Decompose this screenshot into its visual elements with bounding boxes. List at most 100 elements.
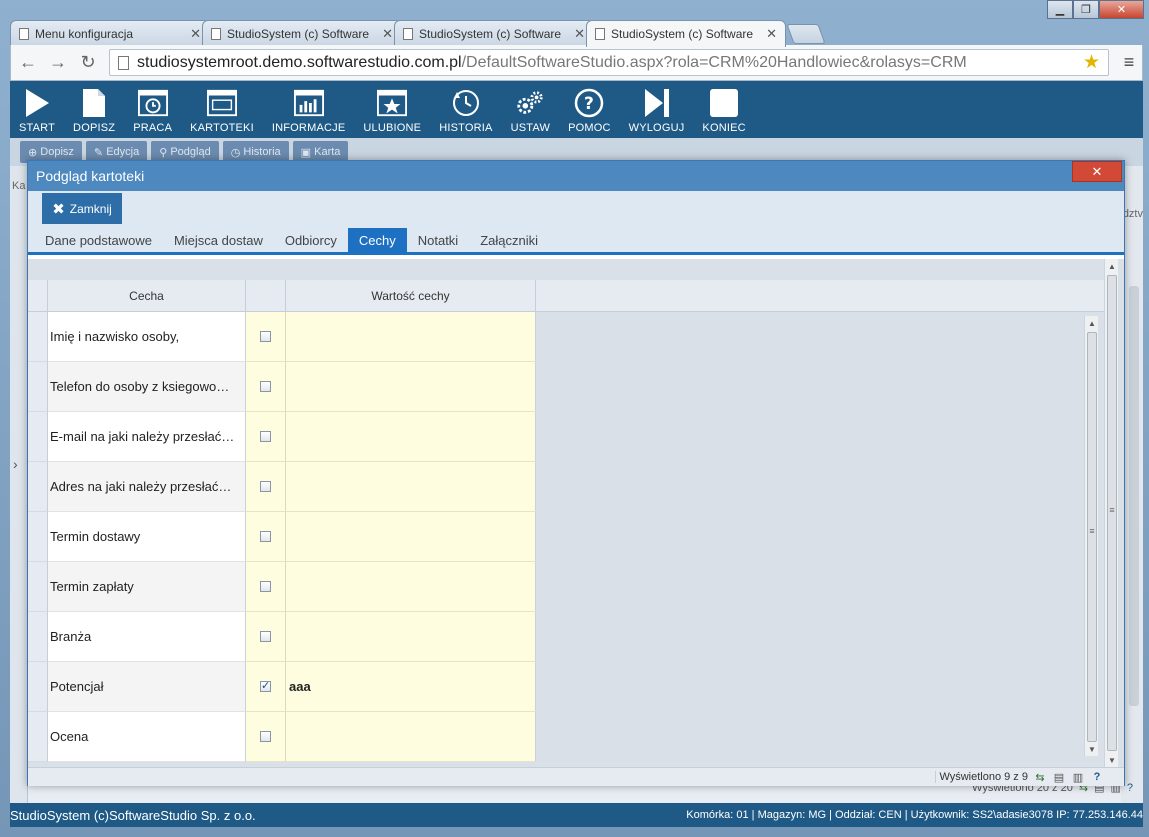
scroll-up-icon[interactable]: ▲	[1085, 316, 1099, 330]
value-cell[interactable]	[286, 362, 536, 412]
table-row[interactable]: Telefon do osoby z ksiegowo…	[28, 362, 1104, 412]
check-cell	[246, 362, 286, 412]
row-filler	[536, 562, 1104, 612]
value-cell[interactable]	[286, 712, 536, 762]
table-row[interactable]: Termin dostawy	[28, 512, 1104, 562]
minimize-button[interactable]: ▁	[1047, 0, 1073, 19]
checkbox-checked[interactable]	[260, 679, 271, 692]
tab-cechy[interactable]: Cechy	[347, 228, 407, 252]
menu-dopisz[interactable]: DOPISZ	[64, 81, 124, 138]
browser-tab-3[interactable]: StudioSystem (c) Software ✕	[394, 20, 594, 46]
checkbox[interactable]	[260, 481, 271, 492]
tab-dane-podstawowe[interactable]: Dane podstawowe	[34, 228, 163, 252]
scroll-up-icon[interactable]: ▲	[1105, 259, 1119, 273]
sub-label: Karta	[314, 146, 341, 158]
column-header-cecha[interactable]: Cecha	[48, 280, 246, 312]
grid-inner-scrollbar[interactable]: ▲ ≡ ▼	[1084, 316, 1098, 756]
menu-pomoc[interactable]: ? POMOC	[559, 81, 620, 138]
background-label: Ka	[12, 180, 26, 192]
background-label: dztv	[1122, 208, 1143, 220]
row-indicator	[28, 562, 48, 612]
value-cell[interactable]	[286, 462, 536, 512]
window-close-button[interactable]: ✕	[1099, 0, 1144, 19]
tab-zalaczniki[interactable]: Załączniki	[469, 228, 549, 252]
back-arrow-icon[interactable]: ←	[15, 50, 41, 76]
value-cell[interactable]	[286, 512, 536, 562]
reload-icon[interactable]: ↻	[75, 50, 101, 76]
menu-wyloguj[interactable]: WYLOGUJ	[620, 81, 694, 138]
table-row[interactable]: E-mail na jaki należy przesłać…	[28, 412, 1104, 462]
table-row[interactable]: Ocena	[28, 712, 1104, 762]
value-cell[interactable]: aaa	[286, 662, 536, 712]
menu-label: HISTORIA	[439, 122, 493, 134]
value-cell[interactable]	[286, 562, 536, 612]
value-cell[interactable]	[286, 612, 536, 662]
table-row[interactable]: Imię i nazwisko osoby,	[28, 312, 1104, 362]
table-row[interactable]: Adres na jaki należy przesłać…	[28, 462, 1104, 512]
menu-icon[interactable]: ≡	[1119, 52, 1139, 73]
dialog-close-button[interactable]: ✕	[1072, 161, 1122, 182]
menu-historia[interactable]: HISTORIA	[430, 81, 501, 138]
tab-notatki[interactable]: Notatki	[407, 228, 469, 252]
cecha-cell: Branża	[48, 612, 246, 662]
refresh-icon[interactable]: ⇆	[1033, 770, 1047, 784]
close-tab-icon[interactable]: ✕	[574, 26, 585, 42]
tab-miejsca-dostaw[interactable]: Miejsca dostaw	[163, 228, 274, 252]
address-bar[interactable]: studiosystemroot.demo.softwarestudio.com…	[109, 49, 1109, 76]
value-cell[interactable]	[286, 312, 536, 362]
browser-tab-title: StudioSystem (c) Software	[227, 26, 370, 41]
close-tab-icon[interactable]: ✕	[382, 26, 393, 42]
browser-tab-2[interactable]: StudioSystem (c) Software ✕	[202, 20, 402, 46]
checkbox[interactable]	[260, 381, 271, 392]
checkbox[interactable]	[260, 531, 271, 542]
table-row[interactable]: Termin zapłaty	[28, 562, 1104, 612]
browser-tab-1[interactable]: Menu konfiguracja ✕	[10, 20, 210, 46]
chevron-right-icon[interactable]: ›	[13, 456, 18, 472]
forward-arrow-icon[interactable]: →	[45, 50, 71, 76]
menu-ustaw[interactable]: USTAW	[502, 81, 560, 138]
close-tab-icon[interactable]: ✕	[766, 26, 777, 42]
table-row[interactable]: Potencjał aaa	[28, 662, 1104, 712]
maximize-button[interactable]: ❐	[1073, 0, 1099, 19]
card-icon: ▣	[300, 146, 315, 159]
grid-footer: Wyświetlono 9 z 9 ⇆ ▤ ▥ ?	[28, 767, 1124, 786]
tab-odbiorcy[interactable]: Odbiorcy	[274, 228, 348, 252]
status-session-info: Komórka: 01 | Magazyn: MG | Oddział: CEN…	[686, 809, 1143, 821]
export-icon[interactable]: ▤	[1052, 770, 1066, 784]
row-indicator	[28, 462, 48, 512]
browser-tab-4[interactable]: StudioSystem (c) Software ✕	[586, 20, 786, 47]
checkbox[interactable]	[260, 581, 271, 592]
menu-informacje[interactable]: INFORMACJE	[263, 81, 355, 138]
check-cell	[246, 562, 286, 612]
main-menu: START DOPISZ PRACA KARTOTEKI INFORMACJE	[10, 81, 1143, 138]
menu-ulubione[interactable]: ULUBIONE	[354, 81, 430, 138]
scroll-down-icon[interactable]: ▼	[1105, 753, 1119, 767]
scroll-down-icon[interactable]: ▼	[1085, 742, 1099, 756]
dialog-scrollbar[interactable]: ▲ ≡ ▼	[1104, 259, 1118, 767]
bookmark-star-icon[interactable]: ★	[1083, 51, 1100, 74]
zamknij-button[interactable]: ✖ Zamknij	[42, 193, 122, 224]
row-indicator	[28, 362, 48, 412]
column-header-wartosc[interactable]: Wartość cechy	[286, 280, 536, 312]
help-small-icon[interactable]: ?	[1127, 782, 1133, 794]
checkbox[interactable]	[260, 731, 271, 742]
menu-praca[interactable]: PRACA	[124, 81, 181, 138]
new-tab-button[interactable]	[786, 24, 826, 44]
menu-start[interactable]: START	[10, 81, 64, 138]
print-icon[interactable]: ▥	[1071, 770, 1085, 784]
edit-icon: ✎	[93, 146, 107, 159]
cecha-cell: Termin dostawy	[48, 512, 246, 562]
checkbox[interactable]	[260, 431, 271, 442]
close-tab-icon[interactable]: ✕	[190, 26, 201, 42]
background-scrollbar[interactable]	[1129, 286, 1139, 706]
value-cell[interactable]	[286, 412, 536, 462]
checkbox[interactable]	[260, 331, 271, 342]
menu-koniec[interactable]: KONIEC	[693, 81, 754, 138]
menu-kartoteki[interactable]: KARTOTEKI	[181, 81, 263, 138]
stop-icon	[709, 88, 739, 118]
scroll-thumb[interactable]	[1087, 332, 1097, 742]
column-header-check[interactable]	[246, 280, 286, 312]
help-small-icon[interactable]: ?	[1090, 770, 1104, 784]
table-row[interactable]: Branża	[28, 612, 1104, 662]
checkbox[interactable]	[260, 631, 271, 642]
